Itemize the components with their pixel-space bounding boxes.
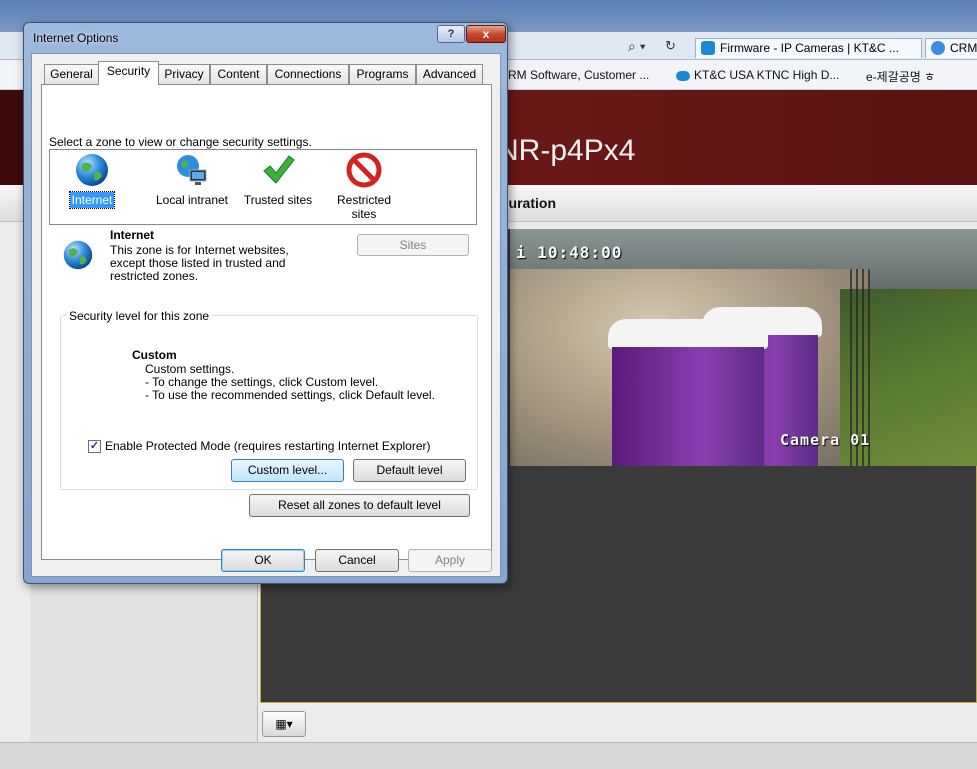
camera-video-feed[interactable]: i 10:48:00 Camera 01 [510,229,977,466]
favorite-crm-software[interactable]: RM Software, Customer ... [508,68,649,82]
protected-mode-label[interactable]: Enable Protected Mode (requires restarti… [105,439,431,453]
zone-info-title: Internet [110,228,155,242]
browser-tab-crm[interactable]: CRM [925,38,977,58]
zone-label: Restricted sites [336,193,392,221]
zone-prompt: Select a zone to view or change security… [49,135,312,149]
close-button[interactable]: x [466,25,506,43]
device-title: NR-p4Px4 [497,134,636,167]
browser-tab-firmware[interactable]: Firmware - IP Cameras | KT&C ... [695,38,922,58]
ok-button[interactable]: OK [221,549,305,572]
tab-general[interactable]: General [44,64,99,84]
tab-security[interactable]: Security [98,61,159,85]
config-menu-label[interactable]: guration [500,195,556,211]
tab-advanced[interactable]: Advanced [416,64,483,84]
red-prohibited-icon [346,152,382,188]
zone-restricted-sites[interactable]: Restricted sites [324,152,404,222]
cancel-button[interactable]: Cancel [315,549,399,572]
internet-options-dialog: Internet Options ? x General Security Pr… [23,22,508,584]
dialog-client-area: General Security Privacy Content Connect… [31,53,501,577]
tab-programs[interactable]: Programs [349,64,416,84]
protected-mode-checkbox[interactable]: ✓ [88,440,101,453]
zone-list[interactable]: Internet Local intranet Trusted sites Re… [49,149,477,225]
tab-privacy[interactable]: Privacy [158,64,210,84]
zone-local-intranet[interactable]: Local intranet [150,152,234,208]
network-globe-icon [177,155,207,185]
status-strip [0,742,977,769]
favorite-korean-site[interactable]: e-제갈공명 ㅎ [866,68,935,85]
favorite-ktnc[interactable]: KT&C USA KTNC High D... [676,68,839,82]
zone-internet[interactable]: Internet [64,152,120,209]
dialog-title: Internet Options [33,31,119,45]
tab-content[interactable]: Content [210,64,267,84]
video-timestamp: i 10:48:00 [516,243,623,262]
layout-select-button[interactable]: ▦▾ [262,711,306,737]
custom-level-button[interactable]: Custom level... [231,459,344,482]
tab-connections[interactable]: Connections [267,64,349,84]
ktnc-logo-icon [676,70,690,81]
zone-label: Trusted sites [243,193,313,207]
security-level-name: Custom [132,348,177,362]
sites-button[interactable]: Sites [357,234,469,256]
grid-layout-icon: ▦▾ [275,717,293,731]
globe-icon [76,154,108,186]
reset-all-zones-button[interactable]: Reset all zones to default level [249,494,470,517]
search-icon[interactable]: ⌕ ▾ [628,38,646,55]
security-tab-panel: Select a zone to view or change security… [41,84,492,560]
globe-icon [63,240,93,270]
portable-toilet [608,319,768,466]
default-level-button[interactable]: Default level [353,459,466,482]
security-level-description: Custom settings. - To change the setting… [145,363,435,402]
help-button[interactable]: ? [437,25,465,43]
green-check-icon [263,155,295,184]
zone-trusted-sites[interactable]: Trusted sites [238,152,318,208]
apply-button[interactable]: Apply [408,549,492,572]
zone-label: Local intranet [155,193,229,207]
ie-icon [931,41,945,55]
zone-label: Internet [68,191,116,209]
security-level-legend: Security level for this zone [66,309,213,323]
security-level-line: - To use the recommended settings, click… [145,388,435,402]
refresh-icon[interactable]: ↻ [665,38,676,54]
camera-label: Camera 01 [780,431,871,449]
zone-info-description: This zone is for Internet websites, exce… [110,243,289,283]
ktnc-logo-icon [701,41,715,55]
